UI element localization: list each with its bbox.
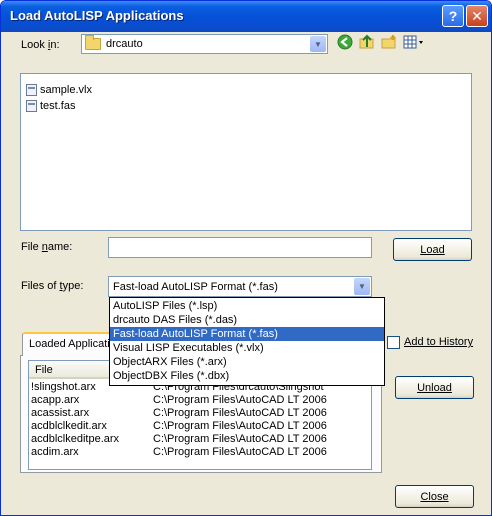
file-name-input[interactable] <box>108 237 372 258</box>
file-item-label: test.fas <box>40 100 76 112</box>
table-row[interactable]: acdblclkeditpe.arx C:\Program Files\Auto… <box>29 433 371 446</box>
files-of-type-label: Files of type: <box>21 280 84 292</box>
fas-file-icon <box>26 100 37 112</box>
file-item-label: sample.vlx <box>40 84 92 96</box>
close-button[interactable]: Close <box>395 485 474 508</box>
file-type-option-selected[interactable]: Fast-load AutoLISP Format (*.fas) <box>110 327 384 341</box>
help-icon: ? <box>448 8 458 24</box>
back-icon[interactable] <box>337 34 353 50</box>
new-folder-icon[interactable] <box>381 34 397 50</box>
close-window-button[interactable]: ✕ <box>466 5 488 27</box>
views-menu-icon[interactable] <box>403 34 425 50</box>
table-row[interactable]: acassist.arx C:\Program Files\AutoCAD LT… <box>29 407 371 420</box>
file-type-dropdown[interactable]: AutoLISP Files (*.lsp) drcauto DAS Files… <box>109 297 385 386</box>
column-header-file[interactable]: File <box>35 364 53 376</box>
file-name-label: File name: <box>21 241 73 253</box>
add-to-history-checkbox[interactable] <box>387 336 400 349</box>
chevron-down-icon[interactable]: ▼ <box>310 36 326 52</box>
look-in-label: Look in: <box>21 39 60 51</box>
up-folder-icon[interactable] <box>359 34 375 50</box>
file-list[interactable]: sample.vlx test.fas <box>20 73 472 231</box>
table-row[interactable]: acdblclkedit.arx C:\Program Files\AutoCA… <box>29 420 371 433</box>
load-autolisp-dialog: Load AutoLISP Applications ? ✕ Look in: … <box>0 0 492 516</box>
close-icon: ✕ <box>471 7 483 24</box>
load-button[interactable]: Load <box>393 238 472 261</box>
folder-icon <box>85 35 101 51</box>
file-type-value: Fast-load AutoLISP Format (*.fas) <box>113 281 278 293</box>
file-type-option[interactable]: AutoLISP Files (*.lsp) <box>110 299 384 313</box>
help-button[interactable]: ? <box>442 5 464 27</box>
window-title: Load AutoLISP Applications <box>10 8 184 23</box>
unload-button[interactable]: Unload <box>395 376 474 399</box>
file-type-option[interactable]: ObjectARX Files (*.arx) <box>110 355 384 369</box>
table-row[interactable]: acapp.arx C:\Program Files\AutoCAD LT 20… <box>29 394 371 407</box>
file-type-option[interactable]: drcauto DAS Files (*.das) <box>110 313 384 327</box>
add-to-history-label[interactable]: Add to History <box>404 336 473 348</box>
file-item-test-fas[interactable]: test.fas <box>26 99 75 113</box>
chevron-down-icon[interactable]: ▼ <box>354 278 370 295</box>
file-type-option[interactable]: ObjectDBX Files (*.dbx) <box>110 369 384 383</box>
vlx-file-icon <box>26 84 37 96</box>
look-in-combo[interactable]: drcauto ▼ <box>81 34 328 54</box>
table-row[interactable]: acdim.arx C:\Program Files\AutoCAD LT 20… <box>29 446 371 459</box>
title-bar: Load AutoLISP Applications ? ✕ <box>1 1 491 32</box>
look-in-value: drcauto <box>106 38 143 50</box>
file-type-option[interactable]: Visual LISP Executables (*.vlx) <box>110 341 384 355</box>
file-item-sample-vlx[interactable]: sample.vlx <box>26 83 92 97</box>
file-type-select[interactable]: Fast-load AutoLISP Format (*.fas) ▼ <box>108 276 372 297</box>
